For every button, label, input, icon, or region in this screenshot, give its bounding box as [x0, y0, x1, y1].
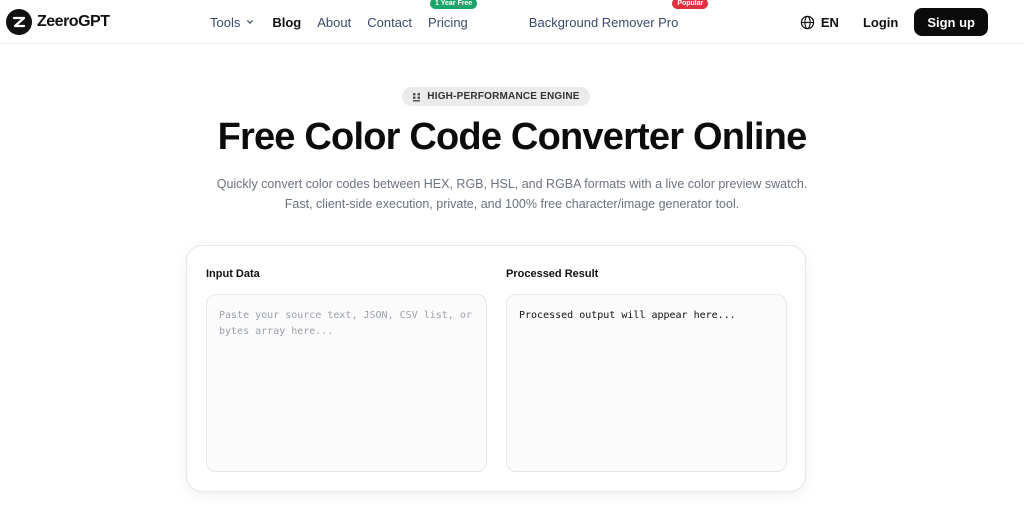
nav-item-background-remover-label: Background Remover Pro [528, 14, 679, 30]
nav-item-pricing[interactable]: Pricing 1 Year Free [428, 0, 478, 30]
page-subtitle: Quickly convert color codes between HEX,… [0, 174, 1024, 214]
nav-item-pricing-label: Pricing [428, 14, 468, 30]
brand-logo[interactable]: ZeeroGPT [6, 9, 110, 35]
nav-item-blog[interactable]: Blog [272, 15, 301, 30]
nav-item-contact[interactable]: Contact [367, 15, 412, 30]
signup-button[interactable]: Sign up [914, 8, 988, 36]
globe-icon [800, 15, 815, 29]
login-link[interactable]: Login [863, 15, 898, 30]
engine-pill: HIGH-PERFORMANCE ENGINE [402, 87, 590, 106]
nav-item-tools[interactable]: Tools [210, 15, 254, 30]
nav-item-about[interactable]: About [317, 15, 351, 30]
input-data-label: Input Data [206, 268, 260, 280]
pricing-badge: 1 Year Free [430, 0, 478, 9]
nav-item-tools-label: Tools [210, 14, 241, 30]
chevron-down-icon [247, 20, 254, 24]
processed-result-output: Processed output will appear here... [506, 294, 787, 472]
popular-badge: Popular [672, 0, 709, 9]
input-data-textarea[interactable] [206, 294, 487, 472]
subtitle-line-2: Fast, client-side execution, private, an… [284, 197, 740, 211]
processed-result-label: Processed Result [506, 268, 599, 280]
zeerogpt-logo-icon [6, 9, 32, 35]
brand-name: ZeeroGPT [37, 13, 110, 30]
primary-nav: Tools Blog About Contact Pricing 1 Year … [210, 0, 709, 44]
engine-icon [413, 92, 421, 101]
subtitle-line-1: Quickly convert color codes between HEX,… [216, 177, 808, 191]
engine-pill-label: HIGH-PERFORMANCE ENGINE [427, 91, 580, 102]
converter-card: Input Data Processed Result Processed ou… [186, 245, 806, 492]
nav-actions: EN Login Sign up [800, 8, 988, 36]
page-title: Free Color Code Converter Online [217, 116, 808, 158]
nav-item-background-remover[interactable]: Background Remover Pro Popular [528, 0, 709, 30]
language-code: EN [820, 14, 839, 30]
top-navbar: ZeeroGPT Tools Blog About Contact Pricin… [0, 0, 1024, 44]
language-selector[interactable]: EN [800, 15, 839, 30]
